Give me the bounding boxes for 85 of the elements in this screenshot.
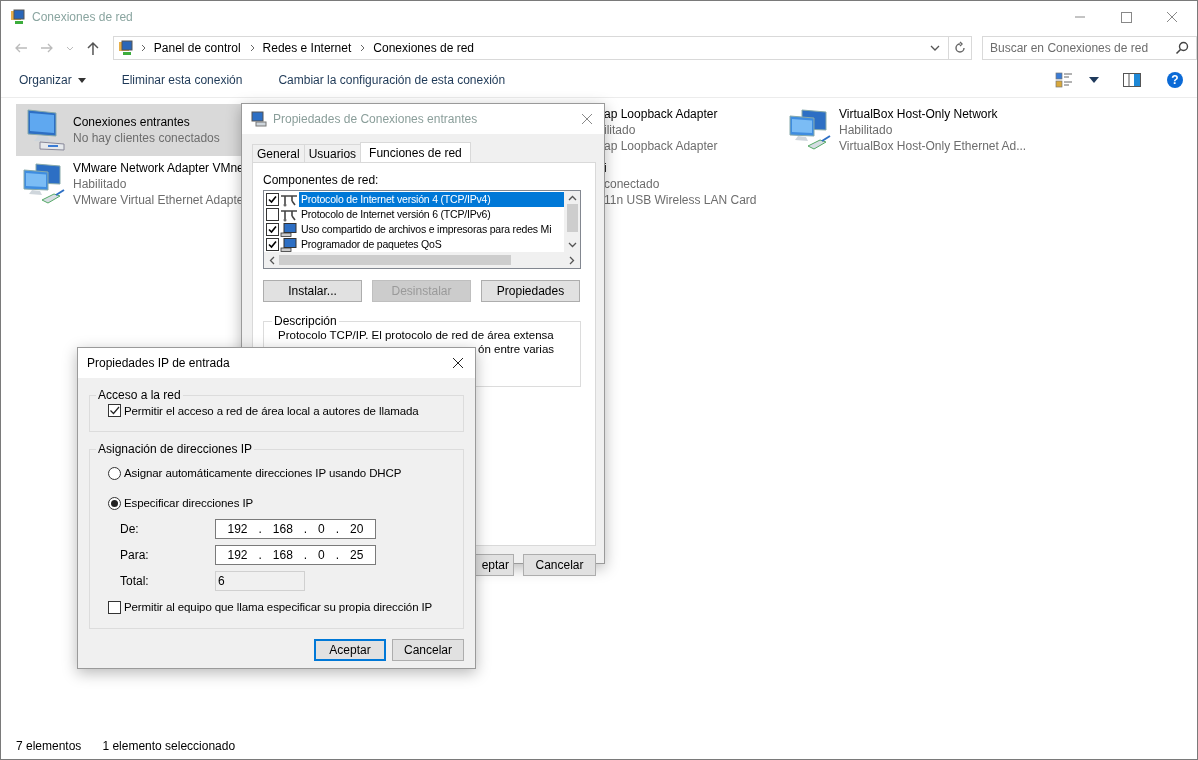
group-label: Acceso a la red bbox=[97, 388, 182, 402]
dialog-button[interactable]: Instalar... bbox=[263, 280, 362, 302]
checkbox-label: Permitir el acceso a red de área local a autores de llamada bbox=[124, 404, 419, 417]
status-text: 7 elementos bbox=[16, 739, 82, 753]
command-button[interactable]: Cambiar la configuración de esta conexión bbox=[268, 69, 516, 91]
command-button[interactable]: Eliminar esta conexión bbox=[111, 69, 253, 91]
dialog-button[interactable]: Cancelar bbox=[523, 554, 596, 576]
connection-name: VirtualBox Host-Only Network bbox=[839, 106, 999, 122]
scroll-left-icon[interactable] bbox=[269, 255, 275, 265]
total-field: 6 bbox=[215, 571, 305, 591]
checkbox[interactable] bbox=[266, 208, 279, 221]
connection-status: Habilitado bbox=[839, 122, 894, 138]
scroll-down-icon[interactable] bbox=[567, 242, 577, 248]
group-label: Asignación de direcciones IP bbox=[97, 442, 254, 456]
help-icon[interactable]: ? bbox=[1167, 72, 1183, 88]
checkbox[interactable] bbox=[266, 193, 279, 206]
scroll-up-icon[interactable] bbox=[567, 195, 577, 201]
view-options-icon[interactable] bbox=[1055, 72, 1073, 88]
breadcrumb[interactable]: Conexiones de red bbox=[373, 41, 475, 55]
connection-status: conectado bbox=[604, 176, 661, 192]
adapter-name: ap Loopback Adapter bbox=[604, 138, 718, 154]
connection-name: i bbox=[604, 160, 608, 176]
group-label: Descripción bbox=[273, 314, 338, 328]
connection-item[interactable]: VirtualBox Host-Only Network Habilitado VirtualBox Host-Only Ethernet Ad... bbox=[782, 104, 1146, 156]
search-icon bbox=[1175, 41, 1189, 55]
connection-name: ap Loopback Adapter bbox=[604, 106, 718, 122]
adapter-name: 11n USB Wireless LAN Card bbox=[604, 192, 757, 208]
network-folder-icon bbox=[117, 40, 134, 56]
components-label: Componentes de red: bbox=[263, 173, 380, 187]
refresh-icon[interactable] bbox=[953, 41, 967, 55]
ip-address-field[interactable]: 192 . 168 . 0 . 20 bbox=[215, 519, 376, 539]
tab[interactable]: General bbox=[252, 144, 305, 162]
chevron-right-icon bbox=[248, 43, 257, 53]
breadcrumb[interactable]: Panel de control bbox=[153, 41, 241, 55]
list-item[interactable]: Protocolo de Internet versión 4 (TCP/IPv4) bbox=[299, 192, 564, 207]
field-label: De: bbox=[120, 522, 140, 536]
horizontal-scrollbar[interactable] bbox=[264, 252, 580, 268]
status-text: 1 elemento seleccionado bbox=[102, 739, 236, 753]
connection-status: Habilitado bbox=[73, 176, 128, 192]
connection-status: No hay clientes conectados bbox=[73, 130, 220, 146]
dialog-button[interactable]: Cancelar bbox=[392, 639, 464, 661]
ip-address-field[interactable]: 192 . 168 . 0 . 25 bbox=[215, 545, 376, 565]
description-text: Protocolo TCP/IP. El protocolo de red de área extensa bbox=[278, 328, 555, 342]
list-item[interactable]: Uso compartido de archivos e impresoras para redes Mi bbox=[299, 222, 564, 237]
field-label: Para: bbox=[120, 548, 150, 562]
connection-name: Conexiones entrantes bbox=[73, 114, 191, 130]
checkbox[interactable] bbox=[266, 238, 279, 251]
address-bar[interactable]: Panel de control Redes e Internet Conexiones de red bbox=[112, 36, 972, 60]
window-title: Conexiones de red bbox=[32, 10, 133, 24]
field-label: Total: bbox=[120, 574, 150, 588]
caret-icon[interactable] bbox=[1089, 77, 1099, 83]
up-arrow-icon[interactable] bbox=[84, 40, 101, 56]
dialog-button[interactable]: eptar bbox=[474, 554, 514, 576]
list-item[interactable]: Protocolo de Internet versión 6 (TCP/IPv6) bbox=[299, 207, 564, 222]
network-computer-icon bbox=[251, 111, 267, 127]
radio-label: Especificar direcciones IP bbox=[124, 497, 254, 509]
network-pipe-icon bbox=[280, 207, 298, 222]
search-field[interactable]: Buscar en Conexiones de red bbox=[982, 36, 1197, 60]
computer-icon bbox=[280, 237, 298, 252]
network-folder-icon bbox=[10, 9, 26, 25]
connection-status: ilitado bbox=[604, 122, 637, 138]
description-text: ón entre varias bbox=[478, 342, 556, 356]
caret-icon bbox=[77, 77, 86, 83]
organize-menu[interactable]: Organizar bbox=[9, 69, 96, 91]
dialog-button[interactable]: Aceptar bbox=[314, 639, 386, 661]
tab[interactable]: Funciones de red bbox=[360, 142, 471, 162]
adapter-name: VirtualBox Host-Only Ethernet Ad... bbox=[839, 138, 1027, 154]
computer-icon bbox=[280, 222, 298, 237]
scroll-right-icon[interactable] bbox=[569, 255, 575, 265]
radio-button[interactable] bbox=[108, 466, 121, 480]
checkbox[interactable] bbox=[266, 223, 279, 236]
dialog-title: Propiedades IP de entrada bbox=[87, 356, 230, 370]
network-pipe-icon bbox=[280, 192, 298, 207]
checkbox[interactable] bbox=[108, 404, 121, 417]
radio-button[interactable] bbox=[108, 496, 121, 510]
checkbox-label: Permitir al equipo que llama especificar su propia dirección IP bbox=[124, 601, 433, 613]
close-icon[interactable] bbox=[451, 356, 465, 370]
list-item[interactable]: Programador de paquetes QoS bbox=[299, 237, 564, 252]
checkbox[interactable] bbox=[108, 600, 121, 614]
vertical-scrollbar[interactable] bbox=[564, 191, 580, 252]
breadcrumb[interactable]: Redes e Internet bbox=[262, 41, 352, 55]
dialog-button[interactable]: Propiedades bbox=[481, 280, 580, 302]
preview-pane-icon[interactable] bbox=[1123, 73, 1141, 87]
radio-label: Asignar automáticamente direcciones IP usando DHCP bbox=[124, 467, 402, 479]
chevron-right-icon bbox=[139, 43, 148, 53]
